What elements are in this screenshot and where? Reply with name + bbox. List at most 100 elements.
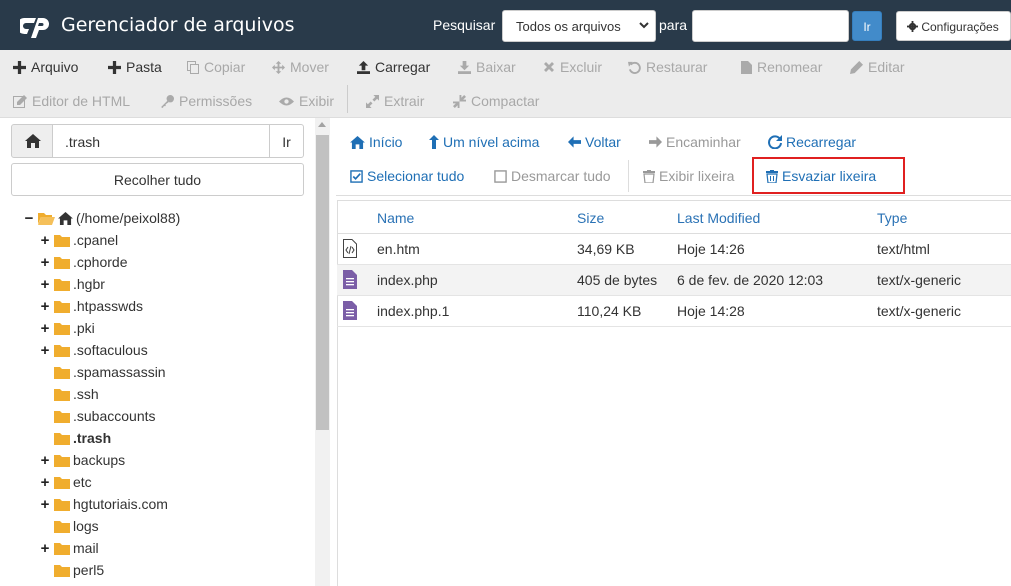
edit-label: Editar <box>868 59 905 75</box>
reload-button[interactable]: Recarregar <box>768 134 856 150</box>
search-input[interactable] <box>692 10 849 42</box>
folder-icon <box>54 344 70 357</box>
highlight-box <box>752 157 905 194</box>
tree-folder-item[interactable]: + .cpanel <box>38 229 119 251</box>
search-go-button[interactable]: Ir <box>852 11 882 41</box>
tree-folder-item[interactable]: .trash <box>38 427 111 449</box>
tree-folder-item[interactable]: + .softaculous <box>38 339 148 361</box>
tree-folder-item[interactable]: .spamassassin <box>38 361 166 383</box>
settings-button[interactable]: Configurações <box>896 11 1011 41</box>
collapse-all-button[interactable]: Recolher tudo <box>11 163 304 196</box>
back-button[interactable]: Voltar <box>568 134 621 150</box>
expand-icon[interactable]: + <box>38 540 52 557</box>
tree-folder-item[interactable]: + mail <box>38 537 99 559</box>
home-button[interactable] <box>11 124 53 158</box>
table-row[interactable]: index.php.1 110,24 KB Hoje 14:28 text/x-… <box>337 296 1011 327</box>
column-header-type[interactable]: Type <box>877 210 907 226</box>
tree-folder-item[interactable]: + hgtutoriais.com <box>38 493 168 515</box>
table-row[interactable]: index.php 405 de bytes 6 de fev. de 2020… <box>337 265 1011 296</box>
column-header-modified[interactable]: Last Modified <box>677 210 760 226</box>
search-scope-value: Todos os arquivos <box>516 19 621 34</box>
delete-button[interactable]: Excluir <box>543 59 602 75</box>
rename-button[interactable]: Renomear <box>741 59 822 75</box>
tree-folder-label: .subaccounts <box>73 408 156 424</box>
file-name[interactable]: index.php <box>377 272 438 288</box>
folder-icon <box>54 300 70 313</box>
copy-button[interactable]: Copiar <box>187 59 245 75</box>
navigation-bar <box>336 118 1011 196</box>
tree-folder-item[interactable]: + .cphorde <box>38 251 128 273</box>
tree-folder-item[interactable]: + .htpasswds <box>38 295 143 317</box>
tree-folder-label: mail <box>73 540 99 556</box>
download-label: Baixar <box>476 59 516 75</box>
directory-tree-panel: .trash Ir Recolher tudo − (/home/peixol88… <box>0 118 315 586</box>
expand-icon[interactable]: + <box>38 254 52 271</box>
expand-icon[interactable]: + <box>38 276 52 293</box>
html-editor-button[interactable]: Editor de HTML <box>13 93 130 109</box>
app-header: Gerenciador de arquivos Pesquisar Todos … <box>0 0 1011 50</box>
expand-icon[interactable]: + <box>38 342 52 359</box>
tree-folder-item[interactable]: .ssh <box>38 383 99 405</box>
folder-icon <box>54 454 70 467</box>
expand-icon[interactable]: + <box>38 298 52 315</box>
folder-icon <box>54 234 70 247</box>
extract-button[interactable]: Extrair <box>366 93 424 109</box>
tree-folder-item[interactable]: + .hgbr <box>38 273 105 295</box>
forward-button[interactable]: Encaminhar <box>649 134 741 150</box>
expand-icon[interactable]: + <box>38 496 52 513</box>
select-all-button[interactable]: Selecionar tudo <box>350 168 464 184</box>
view-trash-button[interactable]: Exibir lixeira <box>643 168 734 184</box>
folder-icon <box>54 432 70 445</box>
column-header-name[interactable]: Name <box>377 210 414 226</box>
tree-folder-item[interactable]: .subaccounts <box>38 405 156 427</box>
deselect-all-button[interactable]: Desmarcar tudo <box>494 168 611 184</box>
expand-icon[interactable]: + <box>38 320 52 337</box>
scrollbar-thumb[interactable] <box>316 135 329 430</box>
settings-label: Configurações <box>921 20 999 34</box>
move-icon <box>272 60 285 74</box>
collapse-icon[interactable]: − <box>22 210 36 227</box>
expand-icon[interactable]: + <box>38 474 52 491</box>
compress-label: Compactar <box>471 93 540 109</box>
app-title: Gerenciador de arquivos <box>61 14 295 36</box>
upload-icon <box>357 60 370 74</box>
permissions-button[interactable]: Permissões <box>161 93 252 109</box>
tree-folder-label: logs <box>73 518 99 534</box>
new-file-label: Arquivo <box>31 59 79 75</box>
path-input[interactable]: .trash <box>52 124 270 158</box>
tree-folder-item[interactable]: + .pki <box>38 317 95 339</box>
file-size: 405 de bytes <box>577 272 658 288</box>
download-button[interactable]: Baixar <box>458 59 516 75</box>
move-button[interactable]: Mover <box>272 59 329 75</box>
file-name[interactable]: index.php.1 <box>377 303 449 319</box>
expand-icon[interactable]: + <box>38 452 52 469</box>
tree-folder-item[interactable]: + etc <box>38 471 92 493</box>
path-go-button[interactable]: Ir <box>269 124 304 158</box>
view-trash-label: Exibir lixeira <box>659 168 735 184</box>
table-row[interactable]: en.htm 34,69 KB Hoje 14:26 text/html <box>337 234 1011 265</box>
deselect-all-label: Desmarcar tudo <box>511 168 611 184</box>
file-name[interactable]: en.htm <box>377 241 420 257</box>
toolbar-divider <box>347 85 348 113</box>
up-one-level-button[interactable]: Um nível acima <box>429 134 539 150</box>
new-folder-button[interactable]: Pasta <box>108 59 162 75</box>
tree-folder-item[interactable]: perl5 <box>38 559 104 581</box>
view-button[interactable]: Exibir <box>279 93 334 109</box>
home-nav-button[interactable]: Início <box>350 134 402 150</box>
tree-folder-item[interactable]: + backups <box>38 449 126 471</box>
tree-folder-item[interactable]: − (/home/peixol88) <box>22 207 181 229</box>
compress-icon <box>453 94 466 108</box>
tree-folder-item[interactable]: logs <box>38 515 99 537</box>
folder-icon <box>54 476 70 489</box>
upload-button[interactable]: Carregar <box>357 59 430 75</box>
restore-button[interactable]: Restaurar <box>628 59 707 75</box>
tree-folder-label: .spamassassin <box>73 364 166 380</box>
scroll-up-arrow[interactable] <box>318 122 326 127</box>
new-file-button[interactable]: Arquivo <box>13 59 78 75</box>
compress-button[interactable]: Compactar <box>453 93 539 109</box>
expand-icon[interactable]: + <box>38 232 52 249</box>
edit-button[interactable]: Editar <box>850 59 905 75</box>
column-header-size[interactable]: Size <box>577 210 604 226</box>
plus-icon <box>108 60 121 74</box>
search-scope-select[interactable]: Todos os arquivos <box>502 10 656 42</box>
